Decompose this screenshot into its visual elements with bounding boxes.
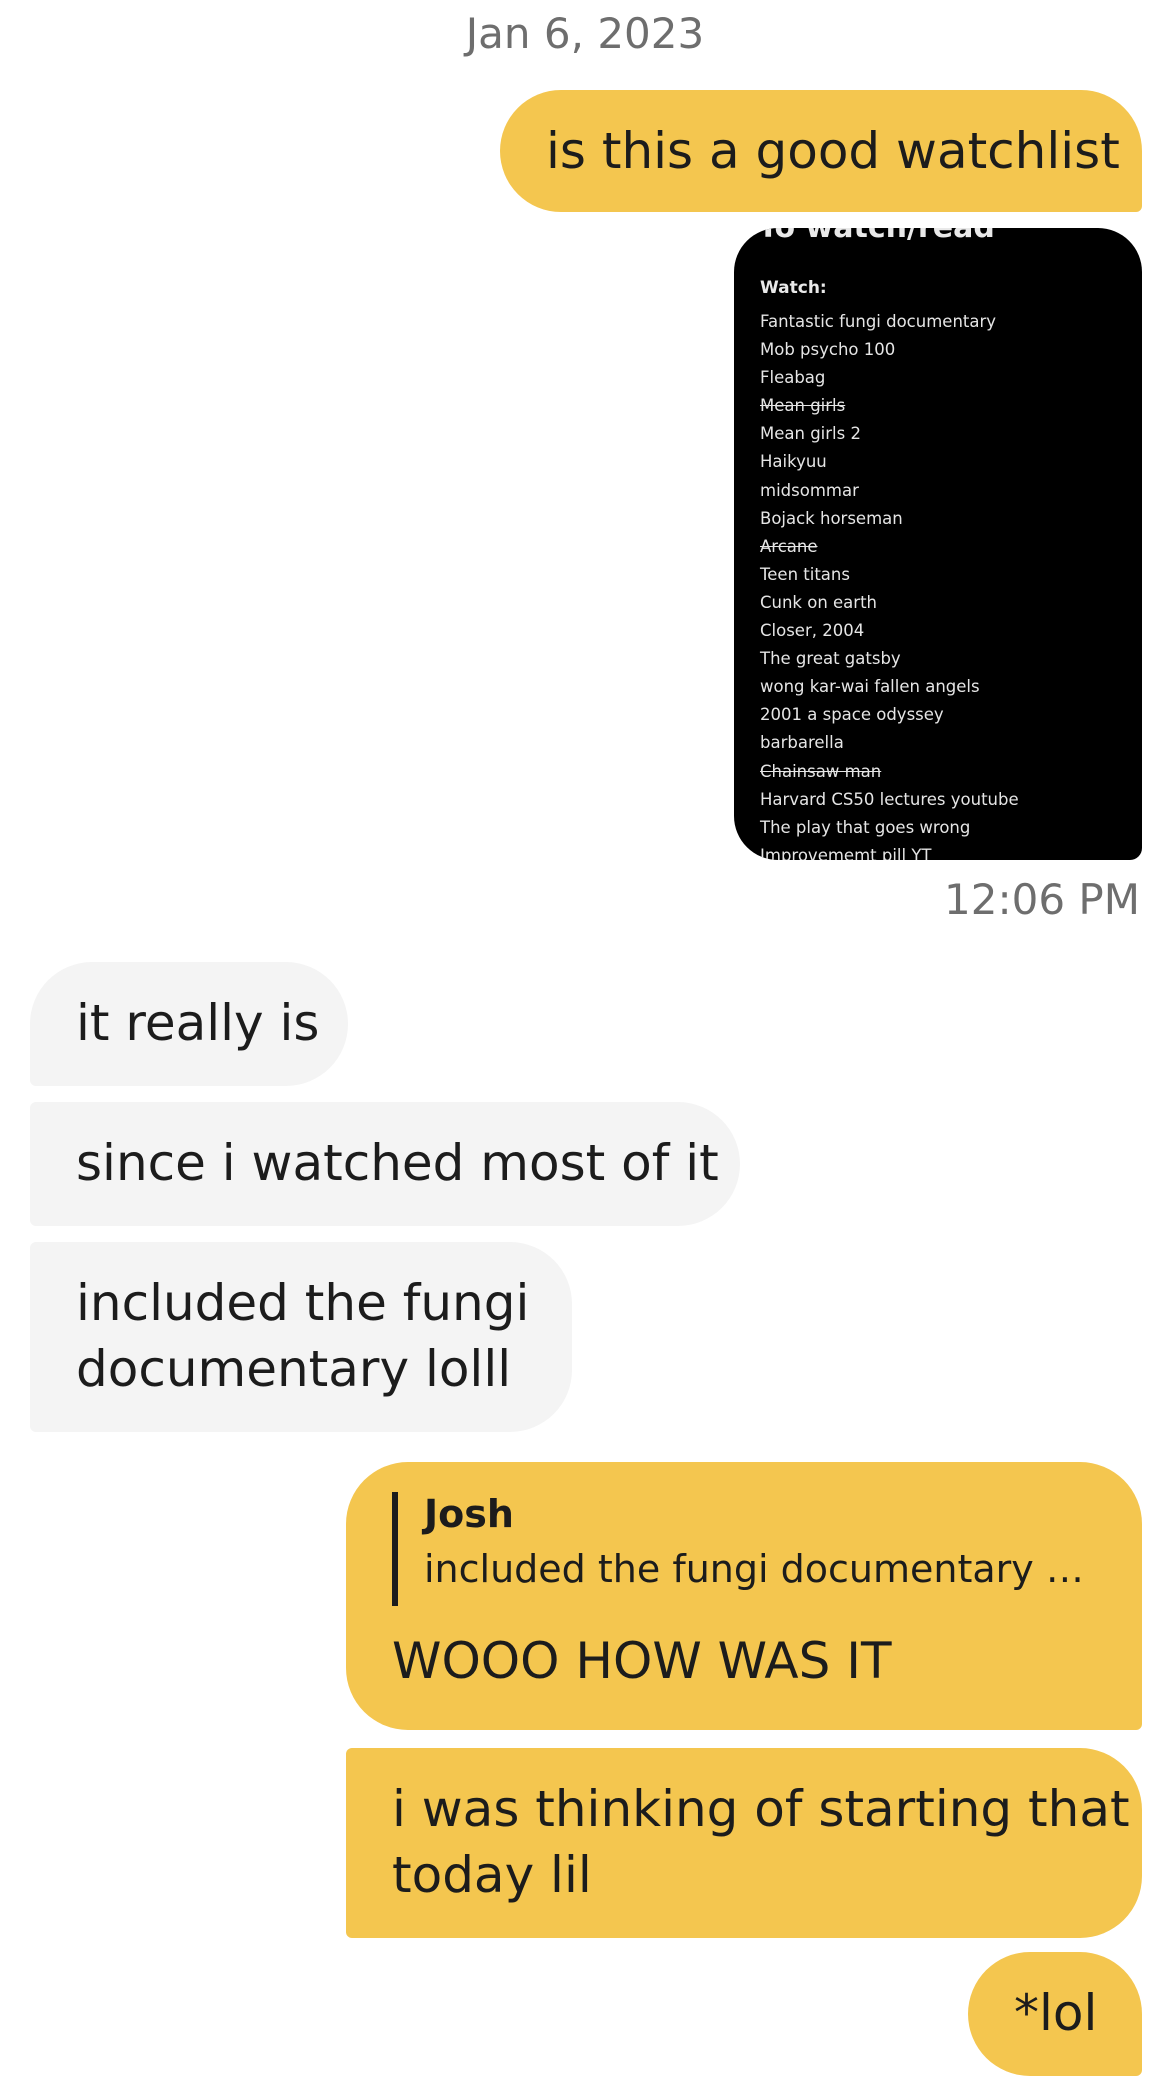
quoted-message-author: Josh <box>424 1492 514 1536</box>
watchlist-item: barbarella <box>760 733 844 753</box>
watchlist-item: The great gatsby <box>760 649 901 669</box>
message-timestamp: 12:06 PM <box>944 875 1140 924</box>
quoted-message-text: included the fungi documentary l... <box>424 1547 1084 1591</box>
incoming-message-bubble[interactable]: since i watched most of it <box>30 1102 740 1226</box>
outgoing-message-bubble[interactable]: is this a good watchlist <box>500 90 1142 212</box>
watchlist-image-list: Fantastic fungi documentary Mob psycho 10… <box>760 308 1019 860</box>
watchlist-item: Mob psycho 100 <box>760 340 896 360</box>
outgoing-message-bubble[interactable]: *lol <box>968 1952 1142 2076</box>
watchlist-image-title: To watch/read <box>758 228 995 245</box>
message-text: *lol <box>1014 1984 1098 2042</box>
outgoing-message-bubble[interactable]: i was thinking of starting that today li… <box>346 1748 1142 1938</box>
watchlist-image-heading: Watch: <box>760 278 827 298</box>
watchlist-item: Cunk on earth <box>760 592 878 612</box>
watchlist-item: Closer, 2004 <box>760 621 865 641</box>
incoming-message-bubble[interactable]: it really is <box>30 962 348 1086</box>
watchlist-image-attachment[interactable]: To watch/read Watch: Fantastic fungi doc… <box>734 228 1142 860</box>
watchlist-item: Arcane <box>760 536 818 556</box>
quoted-message[interactable]: Josh included the fungi documentary l... <box>392 1492 1112 1606</box>
message-text-line: today lil <box>392 1846 592 1904</box>
watchlist-item: 2001 a space odyssey <box>760 705 944 725</box>
watchlist-item: Teen titans <box>760 564 850 584</box>
conversation-date-header: Jan 6, 2023 <box>465 9 705 58</box>
message-text: since i watched most of it <box>76 1134 719 1192</box>
watchlist-item: midsommar <box>760 480 859 500</box>
watchlist-item: The play that goes wrong <box>760 817 971 837</box>
message-text: it really is <box>76 994 320 1052</box>
watchlist-item: Chainsaw man <box>760 761 882 781</box>
watchlist-item: Improvememt pill YT <box>760 845 932 860</box>
outgoing-reply-message-bubble[interactable]: Josh included the fungi documentary l...… <box>346 1462 1142 1730</box>
watchlist-item: wong kar-wai fallen angels <box>760 677 980 697</box>
watchlist-item: Fantastic fungi documentary <box>760 312 997 331</box>
message-text-line: documentary lolll <box>76 1340 512 1398</box>
watchlist-item: Harvard CS50 lectures youtube <box>760 789 1019 809</box>
watchlist-item: Mean girls 2 <box>760 424 861 444</box>
watchlist-item: Mean girls <box>760 396 846 416</box>
message-text-line: i was thinking of starting that <box>392 1780 1130 1838</box>
message-text: is this a good watchlist <box>546 122 1120 180</box>
incoming-message-bubble[interactable]: included the fungi documentary lolll <box>30 1242 572 1432</box>
watchlist-item: Bojack horseman <box>760 508 903 528</box>
watchlist-item: Fleabag <box>760 368 826 388</box>
message-text: WOOO HOW WAS IT <box>392 1632 892 1690</box>
message-text-line: included the fungi <box>76 1274 530 1332</box>
watchlist-item: Haikyuu <box>760 452 827 472</box>
